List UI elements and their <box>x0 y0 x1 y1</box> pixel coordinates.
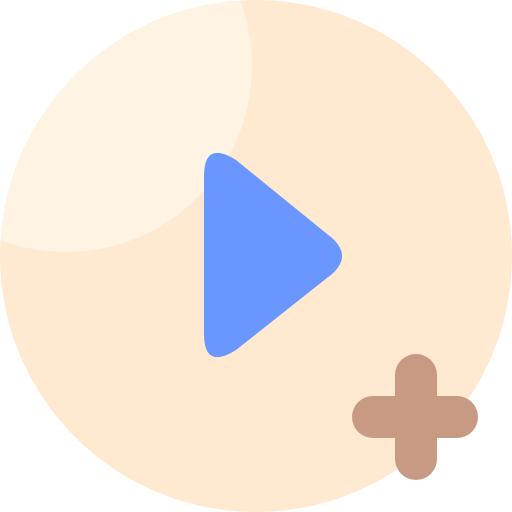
add-video-icon[interactable] <box>0 0 512 512</box>
add-video-icon-canvas <box>0 0 512 512</box>
